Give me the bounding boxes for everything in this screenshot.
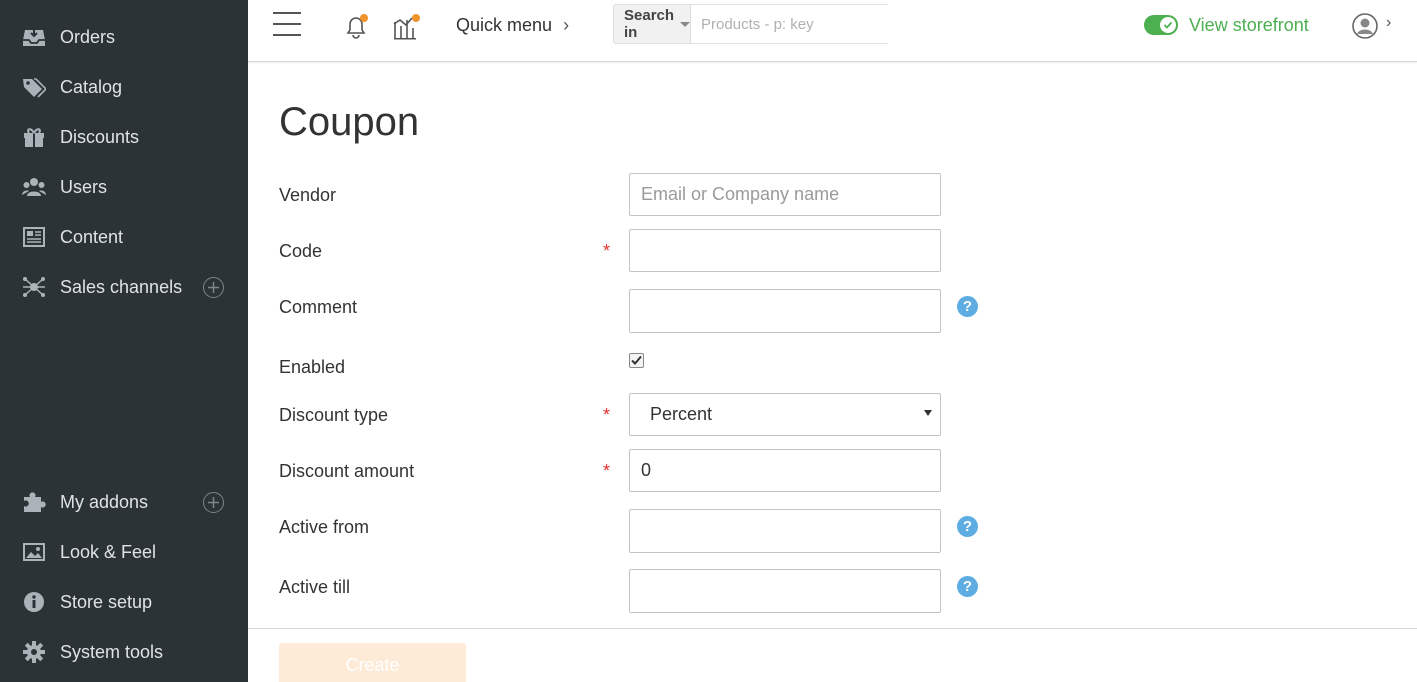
newspaper-icon xyxy=(22,226,46,248)
search-in-label: Search in xyxy=(624,7,675,41)
comment-field[interactable] xyxy=(629,289,941,333)
users-icon xyxy=(22,176,46,198)
notifications-bell-icon[interactable] xyxy=(342,12,370,40)
chevron-right-icon[interactable]: › xyxy=(1386,14,1391,32)
sidebar-item-label: Orders xyxy=(60,27,116,47)
checkmark-icon xyxy=(631,355,642,365)
add-addon-plus-icon[interactable] xyxy=(203,492,224,513)
active-from-label: Active from xyxy=(279,517,370,537)
discount-type-select[interactable]: Percent xyxy=(629,393,941,436)
gear-icon xyxy=(22,641,46,663)
active-till-field[interactable] xyxy=(629,569,941,613)
required-marker: * xyxy=(603,461,611,481)
sidebar-item-content[interactable]: Content xyxy=(0,217,248,257)
quick-menu-link[interactable]: Quick menu › xyxy=(456,14,569,36)
search-box: Search in xyxy=(613,4,901,44)
code-field[interactable] xyxy=(629,229,941,272)
caret-down-icon xyxy=(680,21,691,27)
sidebar-item-discounts[interactable]: Discounts xyxy=(0,117,248,157)
add-sales-channel-plus-icon[interactable] xyxy=(203,277,224,298)
sidebar-item-label: Store setup xyxy=(60,592,153,612)
check-icon xyxy=(1160,17,1176,33)
active-from-field[interactable] xyxy=(629,509,941,553)
analytics-chart-icon[interactable] xyxy=(392,12,422,40)
required-marker: * xyxy=(603,405,611,425)
top-bar: Quick menu › Search in View storefront › xyxy=(248,0,1417,62)
search-in-dropdown[interactable]: Search in xyxy=(614,5,692,43)
sidebar: Orders Catalog Discounts Users Content S… xyxy=(0,0,248,682)
storefront-toggle[interactable] xyxy=(1144,15,1178,35)
vendor-label: Vendor xyxy=(279,185,337,205)
gift-icon xyxy=(22,126,46,148)
sidebar-item-users[interactable]: Users xyxy=(0,167,248,207)
sidebar-item-label: Content xyxy=(60,227,124,247)
help-icon[interactable]: ? xyxy=(957,576,978,597)
sidebar-item-store-setup[interactable]: Store setup xyxy=(0,582,248,622)
sidebar-item-label: My addons xyxy=(60,492,149,512)
required-marker: * xyxy=(603,241,611,261)
sidebar-item-orders[interactable]: Orders xyxy=(0,17,248,57)
caret-down-icon xyxy=(924,410,932,416)
orders-tray-icon xyxy=(22,26,46,48)
sidebar-item-label: System tools xyxy=(60,642,164,662)
active-till-label: Active till xyxy=(279,577,351,597)
create-button[interactable]: Create xyxy=(279,643,466,682)
enabled-label: Enabled xyxy=(279,357,346,377)
view-storefront-link[interactable]: View storefront xyxy=(1189,14,1309,36)
sidebar-item-label: Discounts xyxy=(60,127,140,147)
tags-icon xyxy=(22,76,46,98)
info-icon xyxy=(22,591,46,613)
sidebar-item-look-feel[interactable]: Look & Feel xyxy=(0,532,248,572)
image-icon xyxy=(22,541,46,563)
chevron-right-icon: › xyxy=(563,15,570,35)
code-label: Code xyxy=(279,241,323,261)
quick-menu-label: Quick menu xyxy=(456,15,553,35)
page-title: Coupon xyxy=(279,100,420,144)
puzzle-icon xyxy=(22,491,46,513)
user-avatar-icon[interactable] xyxy=(1351,12,1379,40)
help-icon[interactable]: ? xyxy=(957,296,978,317)
sidebar-item-label: Catalog xyxy=(60,77,123,97)
sidebar-item-catalog[interactable]: Catalog xyxy=(0,67,248,107)
sidebar-item-my-addons[interactable]: My addons xyxy=(0,482,248,522)
sidebar-item-label: Look & Feel xyxy=(60,542,157,562)
sidebar-item-system-tools[interactable]: System tools xyxy=(0,632,248,672)
enabled-checkbox[interactable] xyxy=(629,353,644,368)
network-icon xyxy=(22,276,46,298)
help-icon[interactable]: ? xyxy=(957,516,978,537)
discount-amount-label: Discount amount xyxy=(279,461,415,481)
sidebar-item-label: Sales channels xyxy=(60,277,183,297)
comment-label: Comment xyxy=(279,297,358,317)
discount-type-label: Discount type xyxy=(279,405,389,425)
search-input[interactable] xyxy=(691,5,901,43)
sidebar-item-sales-channels[interactable]: Sales channels xyxy=(0,267,248,307)
hamburger-menu-icon[interactable] xyxy=(273,12,301,38)
discount-type-value: Percent xyxy=(650,404,713,424)
vendor-field[interactable] xyxy=(629,173,941,216)
sidebar-item-label: Users xyxy=(60,177,108,197)
discount-amount-field[interactable] xyxy=(629,449,941,492)
